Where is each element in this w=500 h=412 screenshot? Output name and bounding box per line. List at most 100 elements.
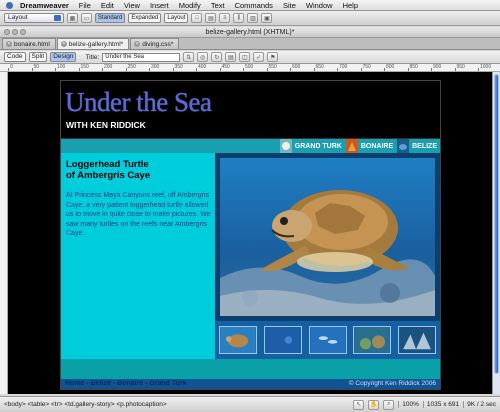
close-tab-icon[interactable]: × [134,41,141,47]
ruler-tick [266,68,268,71]
refresh-icon[interactable]: ↻ [211,52,223,62]
menu-modify[interactable]: Modify [179,0,201,11]
menu-edit[interactable]: Edit [101,0,114,11]
mac-menubar: Dreamweaver File Edit View Insert Modify… [0,0,500,11]
zoom-tool-icon[interactable]: ⌕ [383,399,395,410]
ruler-label: 300 [151,64,160,70]
select-tool-icon[interactable]: ↖ [353,399,365,410]
ruler-label: 900 [433,64,442,70]
ruler-label: 750 [362,64,371,70]
vertical-scrollbar[interactable] [492,72,500,394]
ruler-label: 850 [409,64,418,70]
mode-expanded-button[interactable]: Expanded [128,13,162,23]
ruler-label: 0 [10,64,13,70]
frames-icon[interactable]: ▥ [247,13,259,23]
design-canvas[interactable]: Under the Sea WITH KEN RIDDICK GRAND TUR… [8,72,492,394]
ruler-tick [313,68,315,71]
ruler-label: 800 [386,64,395,70]
split-view-button[interactable]: Split [28,52,48,62]
tab-belize-gallery[interactable]: × belize-gallery.html* [56,38,130,49]
tab-label: diving.css* [142,40,174,48]
ruler-label: 250 [127,64,136,70]
mode-standard-button[interactable]: Standard [95,13,126,23]
ruler-label: 950 [456,64,465,70]
scrollbar-thumb[interactable] [494,74,499,374]
ruler-tick [31,68,33,71]
menu-window[interactable]: Window [306,0,333,11]
file-management-icon[interactable]: ⇅ [183,52,195,62]
ruler-tick [384,68,385,71]
close-tab-icon[interactable]: × [6,41,12,47]
zoom-level[interactable]: 100% [398,401,419,408]
browser-check-icon[interactable]: ⚑ [267,52,279,62]
status-bar: <body> <table> <tr> <td.gallery-story> <… [0,396,500,412]
ruler-tick [8,68,9,71]
draw-table-icon[interactable]: ▤ [205,13,217,23]
ruler-tick [102,68,103,71]
ruler-tick [149,68,150,71]
ruler-tick [219,68,221,71]
ruler-tick [431,68,432,71]
mode-layout-button[interactable]: Layout [164,13,189,23]
layer-icon[interactable]: ▭ [81,13,92,23]
ruler-label: 350 [174,64,183,70]
download-size: 9K / 2 sec [463,401,496,408]
menu-help[interactable]: Help [343,0,358,11]
ruler-label: 600 [292,64,301,70]
close-tab-icon[interactable]: × [60,41,67,47]
ruler-label: 150 [80,64,89,70]
ruler-tick [125,68,127,71]
ruler-tick [196,68,197,71]
status-right: ↖ ✋ ⌕ 100% 1035 x 691 9K / 2 sec [353,399,496,410]
layout-table-icon[interactable]: ▦ [67,13,78,23]
tab-label: belize-gallery.html* [68,40,124,48]
view-options-icon[interactable]: ▤ [225,52,237,62]
ruler-label: 700 [339,64,348,70]
insert-row-icon[interactable]: ≡ [219,13,231,23]
page-title-input[interactable]: Under the Sea [102,52,181,62]
hand-tool-icon[interactable]: ✋ [368,399,380,410]
document-tabs: × bonaire.html × belize-gallery.html* × div… [0,38,500,50]
design-view-button[interactable]: Design [50,52,77,62]
ruler-tick [478,68,479,71]
horizontal-ruler: 0 50 100 150 200 250 300 350 400 450 500 550 600 650 7… [0,64,500,72]
ruler-label: 400 [198,64,207,70]
ruler-tick [55,68,56,71]
ruler-label: 550 [268,64,277,70]
menu-text[interactable]: Text [211,0,225,11]
ruler-label: 50 [33,64,40,70]
close-window-icon[interactable] [4,29,10,35]
tab-label: bonaire.html [14,40,50,48]
menu-commands[interactable]: Commands [235,0,273,11]
ruler-tick [337,68,338,71]
apple-menu-icon[interactable] [4,1,14,10]
menu-site[interactable]: Site [283,0,296,11]
tab-diving-css[interactable]: × diving.css* [130,38,180,49]
zoom-window-icon[interactable] [20,29,26,35]
preview-browser-icon[interactable]: ◎ [197,52,209,62]
menu-insert[interactable]: Insert [150,0,169,11]
tab-bonaire[interactable]: × bonaire.html [2,38,56,49]
ruler-label: 650 [315,64,324,70]
insert-column-icon[interactable]: ⫼ [233,13,245,23]
ruler-tick [78,68,80,71]
ruler-tick [454,68,456,71]
document-window-titlebar: belize-gallery.html (XHTML)* [0,27,500,38]
insert-category-select[interactable]: Layout [4,13,64,23]
tabular-data-icon[interactable]: ▣ [261,13,273,23]
web-page: Under the Sea WITH KEN RIDDICK GRAND TUR… [60,80,441,390]
menu-file[interactable]: File [79,0,91,11]
visual-aids-icon[interactable]: ◫ [239,52,251,62]
window-title: belize-gallery.html (XHTML)* [205,28,295,36]
menu-view[interactable]: View [124,0,140,11]
minimize-window-icon[interactable] [12,29,18,35]
tag-selector[interactable]: <body> <table> <tr> <td.gallery-story> <… [4,401,353,408]
ruler-label: 100 [57,64,66,70]
code-view-button[interactable]: Code [4,52,26,62]
page-outline [60,80,441,390]
validate-markup-icon[interactable]: ✓ [253,52,265,62]
vertical-ruler [0,72,8,394]
draw-cell-icon[interactable]: □ [191,13,203,23]
window-size[interactable]: 1035 x 691 [422,401,459,408]
menu-app[interactable]: Dreamweaver [20,0,69,11]
